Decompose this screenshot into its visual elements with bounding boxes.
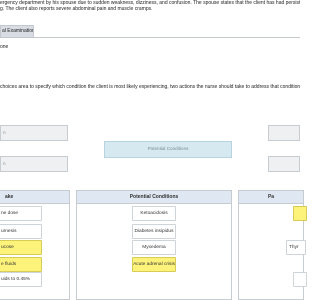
case-intro: ergency department by his spouse due to … <box>0 0 300 13</box>
condition-option[interactable]: Myxedema <box>132 240 176 255</box>
conditions-panel-title: Potential Conditions <box>77 191 231 204</box>
drop-target-label: n <box>3 130 6 135</box>
parameter-option[interactable]: Thyr <box>286 240 306 255</box>
drop-target-label: Potential Conditions <box>147 146 189 151</box>
parameter-option[interactable] <box>293 272 307 287</box>
history-text: one <box>0 44 9 50</box>
action-option[interactable]: ucose <box>0 240 42 255</box>
case-intro-line: g. The client also reports severe abdomi… <box>0 6 153 13</box>
action-option[interactable]: uids to 0.45% <box>0 272 42 287</box>
drop-target-label: n <box>3 161 6 166</box>
action-drop-target-2[interactable]: n <box>0 156 68 172</box>
parameter-option[interactable] <box>293 206 307 221</box>
parameter-drop-target-1[interactable] <box>268 125 300 141</box>
action-option[interactable]: e fluids <box>0 257 42 272</box>
condition-drop-target[interactable]: Potential Conditions <box>104 141 232 158</box>
condition-option[interactable]: Acute adrenal crisis <box>132 257 176 272</box>
action-option[interactable]: ne dose <box>0 206 42 221</box>
parameter-drop-target-2[interactable] <box>268 156 300 172</box>
question-instruction: choices area to specify which condition … <box>0 84 300 90</box>
parameters-panel-title: Pa <box>239 191 303 204</box>
action-drop-target-1[interactable]: n <box>0 125 68 141</box>
actions-panel-title: ake <box>0 191 69 204</box>
condition-option[interactable]: Ketoacidosis <box>132 206 176 221</box>
condition-option[interactable]: Diabetes insipidus <box>132 224 176 239</box>
action-option[interactable]: urnesis <box>0 224 42 239</box>
tab-physical-examination[interactable]: al Examination <box>0 25 34 37</box>
tab-divider <box>0 37 300 38</box>
